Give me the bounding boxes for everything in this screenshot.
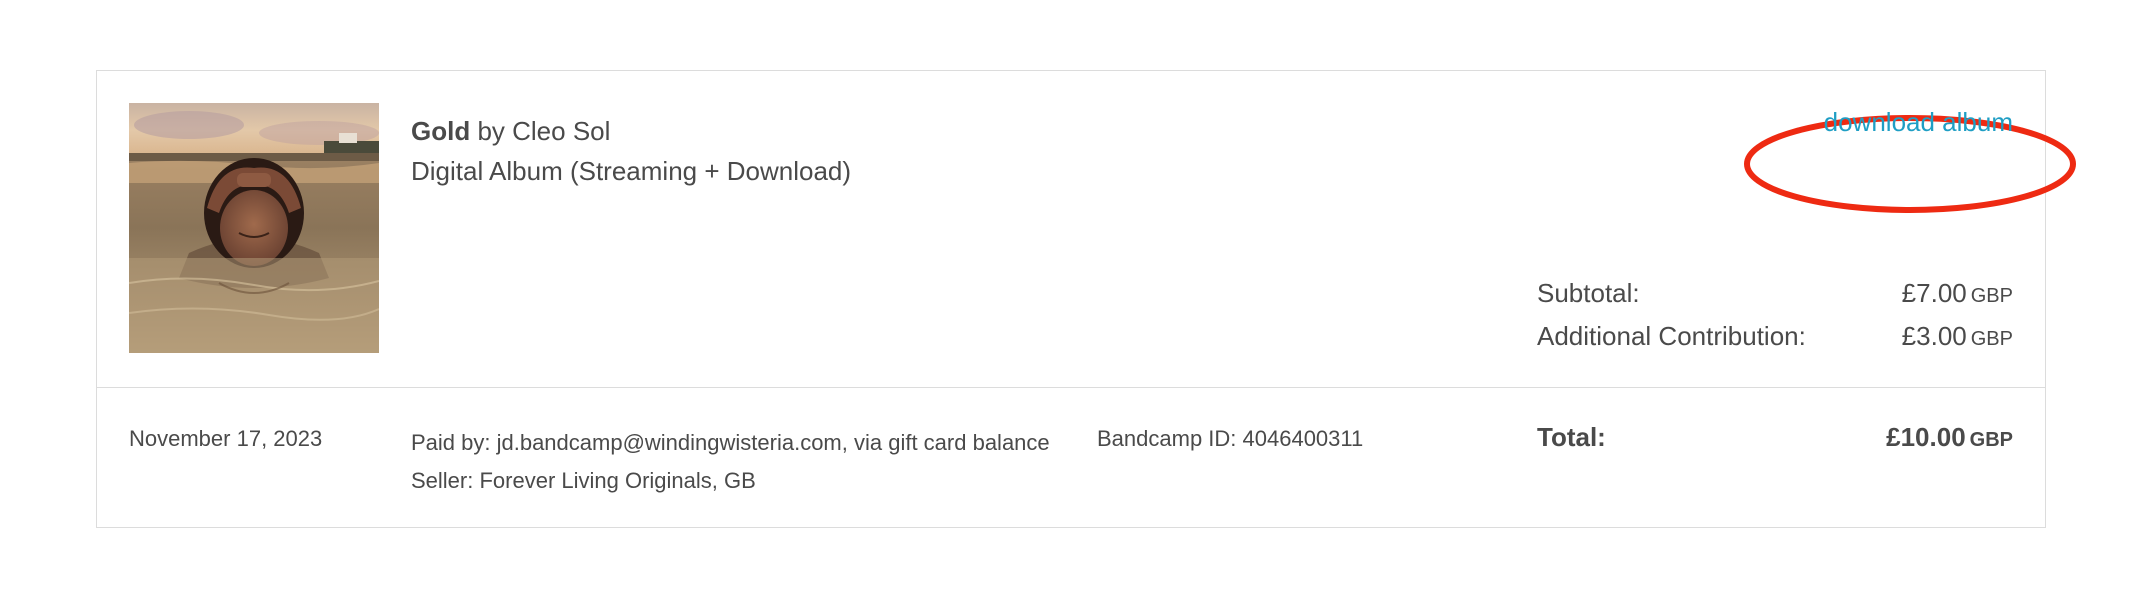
- item-info: Gold by Cleo Sol Digital Album (Streamin…: [411, 111, 851, 191]
- item-format: Digital Album (Streaming + Download): [411, 156, 852, 186]
- contribution-row: Additional Contribution: £3.00 GBP: [1537, 316, 2013, 359]
- total-row: Total: £10.00 GBP: [1537, 422, 2013, 453]
- total-value: £10.00 GBP: [1886, 422, 2013, 453]
- payment-details-section: November 17, 2023 Paid by: jd.bandcamp@w…: [97, 388, 2045, 528]
- purchase-card: Gold by Cleo Sol Digital Album (Streamin…: [96, 70, 2076, 528]
- subtotal-row: Subtotal: £7.00 GBP: [1537, 273, 2013, 316]
- subtotal-value: £7.00 GBP: [1902, 273, 2013, 316]
- seller-text: Seller: Forever Living Originals, GB: [411, 468, 756, 493]
- contribution-value: £3.00 GBP: [1902, 316, 2013, 359]
- item-title: Gold by Cleo Sol: [411, 111, 851, 151]
- bandcamp-id: Bandcamp ID: 4046400311: [1097, 426, 1364, 451]
- total-amount: £10.00: [1886, 422, 1966, 452]
- album-title[interactable]: Gold: [411, 116, 470, 146]
- purchase-item-section: Gold by Cleo Sol Digital Album (Streamin…: [97, 71, 2076, 388]
- total-label: Total:: [1537, 422, 1606, 452]
- subtotal-currency: GBP: [1970, 285, 2013, 307]
- artist-byline: by Cleo Sol: [470, 116, 611, 146]
- contribution-amount: £3.00: [1901, 321, 1967, 351]
- purchase-date: November 17, 2023: [129, 426, 323, 451]
- subtotal-label: Subtotal:: [1537, 278, 1640, 308]
- paid-by-text: Paid by: jd.bandcamp@windingwisteria.com…: [411, 430, 1050, 455]
- subtotal-amount: £7.00: [1901, 278, 1967, 308]
- payment-info: Paid by: jd.bandcamp@windingwisteria.com…: [411, 424, 1091, 500]
- total-currency: GBP: [1969, 429, 2013, 451]
- totals-breakdown: Subtotal: £7.00 GBP Additional Contributi…: [1537, 273, 2013, 359]
- contribution-label: Additional Contribution:: [1537, 321, 1806, 351]
- download-album-link[interactable]: download album: [1824, 107, 2013, 138]
- album-cover-image[interactable]: [129, 103, 379, 353]
- contribution-currency: GBP: [1970, 328, 2013, 350]
